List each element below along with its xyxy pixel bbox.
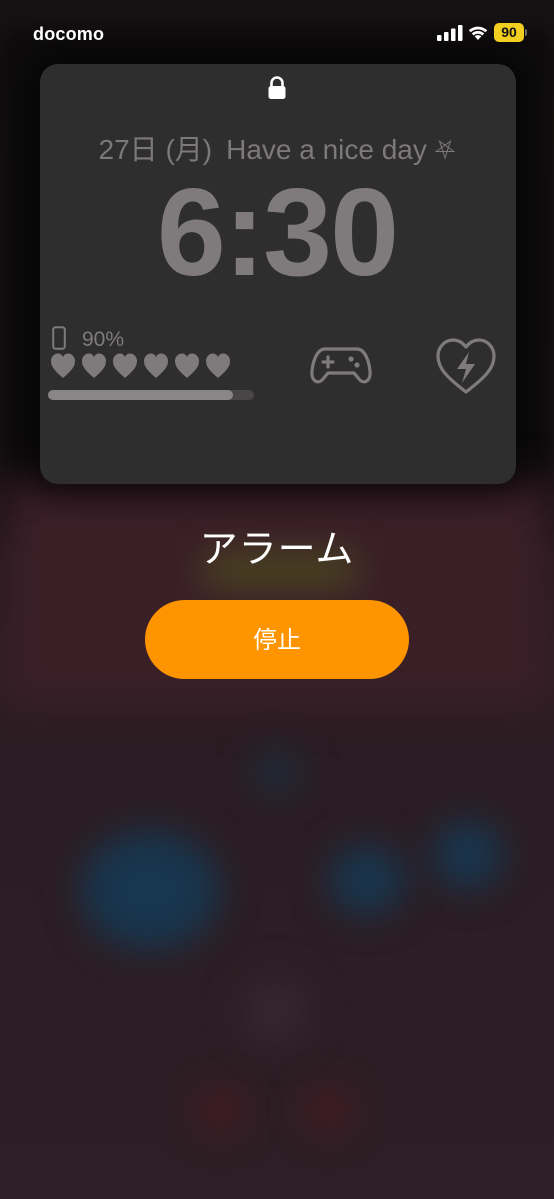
heart-icon xyxy=(82,353,106,378)
battery-level: 90 xyxy=(494,23,524,42)
date-label: 27日 (月) xyxy=(98,134,213,165)
lock-icon xyxy=(268,76,286,99)
pentagram-icon: ⛧ xyxy=(434,135,456,165)
widget-battery-percent: 90% xyxy=(82,328,125,351)
phone-icon xyxy=(52,326,66,350)
battery-indicator: 90 xyxy=(494,23,527,42)
stop-alarm-button[interactable]: 停止 xyxy=(145,600,409,679)
heart-icon xyxy=(175,353,199,378)
heart-lightning-icon xyxy=(436,338,496,394)
greeting-label: Have a nice day xyxy=(226,134,427,165)
wallpaper-dot xyxy=(255,750,299,794)
carrier-label: docomo xyxy=(33,24,105,44)
wallpaper-red-right xyxy=(305,1090,351,1130)
wallpaper-button-b xyxy=(432,820,504,890)
hp-bar-fill xyxy=(48,390,234,400)
date-line: 27日 (月) Have a nice day ⛧ xyxy=(0,128,554,168)
heart-icon xyxy=(51,353,75,378)
heart-icon xyxy=(206,353,230,378)
hearts-row xyxy=(51,353,230,378)
clock-time: 6:30 xyxy=(156,164,399,302)
heart-icon xyxy=(144,353,168,378)
lock-screen: docomo 90 27日 (月) Have a nice day ⛧ 6:30 … xyxy=(0,0,554,1199)
hp-bar xyxy=(48,390,254,400)
status-bar: docomo 90 xyxy=(0,0,554,66)
signal-bars-icon xyxy=(437,25,463,41)
battery-tip xyxy=(525,29,527,36)
gamepad-icon xyxy=(310,347,372,384)
wifi-icon xyxy=(468,26,488,40)
wallpaper-red-left xyxy=(198,1090,244,1130)
wallpaper-button-a xyxy=(328,845,406,915)
heart-icon xyxy=(113,353,137,378)
wallpaper-dpad xyxy=(80,830,220,950)
alarm-title: アラーム xyxy=(199,529,355,571)
wallpaper-button-center xyxy=(240,975,310,1045)
